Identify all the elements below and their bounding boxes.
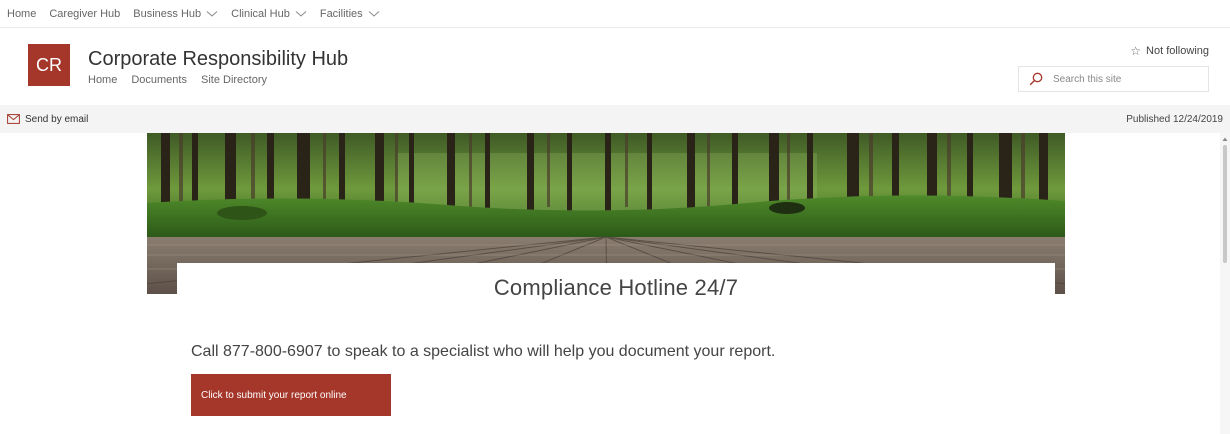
site-nav-site-directory[interactable]: Site Directory <box>201 74 267 86</box>
published-date: Published 12/24/2019 <box>1126 113 1223 125</box>
mail-icon <box>7 114 20 124</box>
follow-label: Not following <box>1146 45 1209 57</box>
hub-nav-label: Business Hub <box>133 7 202 20</box>
scrollbar-thumb[interactable] <box>1223 145 1227 263</box>
hub-navigation: Home Caregiver Hub Business Hub Clinical… <box>0 0 1230 28</box>
hub-nav-label: Facilities <box>319 7 363 20</box>
command-bar: Send by email Published 12/24/2019 <box>0 105 1230 133</box>
hub-nav-caregiver-hub[interactable]: Caregiver Hub <box>49 8 120 20</box>
site-logo-initials: CR <box>36 54 62 75</box>
hub-nav-label: Caregiver Hub <box>49 7 121 20</box>
hero-title-box: Compliance Hotline 24/7 <box>177 263 1055 313</box>
hub-nav-facilities[interactable]: Facilities <box>320 8 380 20</box>
search-box[interactable] <box>1018 66 1209 92</box>
submit-report-button[interactable]: Click to submit your report online <box>191 374 391 416</box>
search-icon[interactable] <box>1029 72 1043 86</box>
hub-nav-home[interactable]: Home <box>7 8 36 20</box>
site-header: CR Corporate Responsibility Hub Home Doc… <box>0 29 1230 104</box>
site-nav-documents[interactable]: Documents <box>131 74 187 86</box>
vertical-scrollbar[interactable] <box>1220 133 1230 434</box>
hub-nav-label: Clinical Hub <box>231 7 290 20</box>
scroll-up-arrow-icon[interactable] <box>1222 136 1228 142</box>
chevron-down-icon <box>206 10 218 17</box>
hero-title: Compliance Hotline 24/7 <box>493 275 739 300</box>
site-navigation: Home Documents Site Directory <box>88 74 281 86</box>
hub-nav-clinical-hub[interactable]: Clinical Hub <box>231 8 307 20</box>
send-by-email-button[interactable]: Send by email <box>7 114 88 125</box>
hub-nav-business-hub[interactable]: Business Hub <box>133 8 218 20</box>
site-nav-home[interactable]: Home <box>88 74 117 86</box>
site-logo[interactable]: CR <box>28 44 70 86</box>
site-title[interactable]: Corporate Responsibility Hub <box>88 48 348 71</box>
search-input[interactable] <box>1053 73 1203 85</box>
chevron-down-icon <box>295 10 307 17</box>
star-outline-icon: ☆ <box>1130 44 1142 58</box>
send-by-email-label: Send by email <box>25 113 89 125</box>
chevron-down-icon <box>368 10 379 17</box>
follow-button[interactable]: ☆ Not following <box>1130 44 1209 58</box>
hub-nav-label: Home <box>7 7 37 20</box>
hotline-call-text: Call 877-800-6907 to speak to a speciali… <box>191 343 776 360</box>
